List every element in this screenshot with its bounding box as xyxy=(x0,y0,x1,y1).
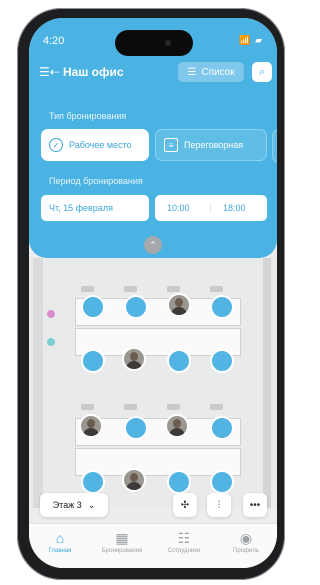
collapse-filters-button[interactable]: ⌃ xyxy=(144,236,162,254)
calendar-icon: ▦ xyxy=(115,530,129,546)
map-wall-left xyxy=(33,258,43,508)
list-icon: ☰ xyxy=(187,66,197,78)
tab-employees-label: Сотрудники xyxy=(167,548,201,554)
seat-free[interactable] xyxy=(81,349,105,373)
chair xyxy=(124,286,137,292)
chair xyxy=(124,404,137,410)
seat-free[interactable] xyxy=(210,295,234,319)
chevron-down-icon: ⌄ xyxy=(87,499,96,510)
list-view-button[interactable]: ☰ Список xyxy=(178,62,244,82)
chair xyxy=(167,404,180,410)
time-from[interactable]: 10:00 xyxy=(155,203,211,213)
search-button[interactable]: ⌕ xyxy=(252,62,272,82)
page-title: Наш офис xyxy=(63,65,124,79)
home-icon: ⌂ xyxy=(55,530,65,546)
meeting-room-icon: ≡ xyxy=(164,138,178,152)
check-circle-icon: ✓ xyxy=(49,138,63,152)
seat-occupied-avatar[interactable] xyxy=(165,414,189,438)
chair xyxy=(81,286,94,292)
list-view-label: Список xyxy=(201,66,235,78)
locate-icon: ✣ xyxy=(180,499,190,511)
profile-icon: ◉ xyxy=(239,530,253,546)
date-field[interactable]: Чт, 15 февраля xyxy=(41,195,149,221)
tab-home[interactable]: ⌂ Главная xyxy=(29,524,91,568)
floor-map[interactable] xyxy=(29,258,277,508)
more-button[interactable]: ••• xyxy=(243,493,267,517)
booking-header: 4:20 📶 ▰ ☰⇠ Наш офис ☰ Список ⌕ Тип брон… xyxy=(29,18,277,258)
booking-type-label: Тип бронирования xyxy=(49,111,127,121)
locate-button[interactable]: ✣ xyxy=(173,493,197,517)
tab-bookings-label: Бронирования xyxy=(101,548,143,554)
people-icon: ☷ xyxy=(177,530,191,546)
booking-type-workplace[interactable]: ✓ Рабочее место xyxy=(41,129,149,161)
tab-home-label: Главная xyxy=(48,548,72,554)
chair xyxy=(210,404,223,410)
tab-bar: ⌂ Главная ▦ Бронирования ☷ Сотрудники ◉ … xyxy=(29,523,277,568)
chair xyxy=(210,286,223,292)
more-icon: ••• xyxy=(249,499,261,511)
status-time: 4:20 xyxy=(43,35,65,47)
filter-icon: ⫶ xyxy=(217,499,221,511)
time-to[interactable]: 18:00 xyxy=(211,203,246,213)
app-screen: 4:20 📶 ▰ ☰⇠ Наш офис ☰ Список ⌕ Тип брон… xyxy=(29,18,277,568)
seat-occupied-avatar[interactable] xyxy=(167,293,191,317)
chevron-up-icon: ⌃ xyxy=(149,239,157,250)
seat-occupied-avatar[interactable] xyxy=(122,468,146,492)
floor-label: Этаж 3 xyxy=(52,500,82,510)
map-decoration xyxy=(47,310,55,318)
booking-type-meeting-room-label: Переговорная xyxy=(184,140,244,150)
menu-back-icon[interactable]: ☰⇠ xyxy=(39,65,60,79)
dynamic-island xyxy=(115,30,193,56)
booking-type-next-chip[interactable] xyxy=(272,129,277,163)
chair xyxy=(81,404,94,410)
tab-employees[interactable]: ☷ Сотрудники xyxy=(153,524,215,568)
time-range-field[interactable]: 10:00 18:00 xyxy=(155,195,267,221)
tab-profile[interactable]: ◉ Профиль xyxy=(215,524,277,568)
seat-free[interactable] xyxy=(167,349,191,373)
chair xyxy=(167,286,180,292)
booking-period-label: Период бронирования xyxy=(49,176,143,186)
seat-free[interactable] xyxy=(167,470,191,494)
search-icon: ⌕ xyxy=(258,65,266,78)
floor-selector[interactable]: Этаж 3 ⌄ xyxy=(40,493,108,517)
filter-button[interactable]: ⫶ xyxy=(207,493,231,517)
booking-type-meeting-room[interactable]: ≡ Переговорная xyxy=(155,129,267,161)
status-indicators: 📶 ▰ xyxy=(239,35,263,45)
seat-free[interactable] xyxy=(81,470,105,494)
date-value: Чт, 15 февраля xyxy=(49,203,113,213)
tab-profile-label: Профиль xyxy=(233,548,259,554)
seat-free[interactable] xyxy=(81,295,105,319)
seat-occupied-avatar[interactable] xyxy=(122,347,146,371)
map-wall-right xyxy=(263,258,271,508)
seat-free[interactable] xyxy=(210,470,234,494)
seat-free[interactable] xyxy=(124,295,148,319)
seat-free[interactable] xyxy=(210,349,234,373)
tab-bookings[interactable]: ▦ Бронирования xyxy=(91,524,153,568)
seat-free[interactable] xyxy=(210,416,234,440)
booking-type-workplace-label: Рабочее место xyxy=(69,140,132,150)
map-decoration xyxy=(47,338,55,346)
seat-free[interactable] xyxy=(124,416,148,440)
seat-occupied-avatar[interactable] xyxy=(79,414,103,438)
